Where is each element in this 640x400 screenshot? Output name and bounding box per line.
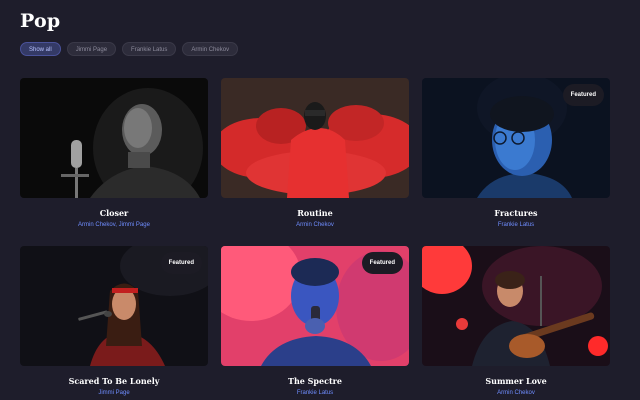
featured-badge: Featured [361, 252, 403, 274]
track-title: Fractures [494, 208, 538, 218]
filter-bar: Show all Jimmi Page Frankie Latus Armin … [20, 42, 239, 56]
track-card-fractures[interactable]: Featured Fractures Frankie Latus [422, 78, 610, 228]
track-artists[interactable]: Frankie Latus [422, 222, 610, 228]
track-card-routine[interactable]: Routine Armin Chekov [221, 78, 409, 228]
page-title: Pop [20, 10, 61, 32]
featured-badge: Featured [562, 84, 604, 106]
track-artists[interactable]: Armin Chekov [422, 390, 610, 396]
filter-chip-armin-chekov[interactable]: Armin Chekov [182, 42, 239, 56]
female-singer-stage-photo[interactable]: Featured [20, 246, 208, 366]
track-artists[interactable]: Armin Chekov [221, 222, 409, 228]
guitarist-concert-photo[interactable] [422, 246, 610, 366]
neon-painted-singer-photo[interactable]: Featured [221, 246, 409, 366]
track-title: Routine [297, 208, 333, 218]
track-title: Summer Love [485, 376, 547, 386]
filter-chip-jimmi-page[interactable]: Jimmi Page [66, 42, 117, 56]
track-title: The Spectre [288, 376, 342, 386]
red-smoke-performer-photo[interactable] [221, 78, 409, 198]
track-card-closer[interactable]: Closer Armin Chekov, Jimmi Page [20, 78, 208, 228]
track-card-scared-to-be-lonely[interactable]: Featured Scared To Be Lonely Jimmi Page [20, 246, 208, 396]
featured-badge: Featured [160, 252, 202, 274]
track-artists[interactable]: Armin Chekov, Jimmi Page [20, 222, 208, 228]
track-card-the-spectre[interactable]: Featured The Spectre Frankie Latus [221, 246, 409, 396]
filter-chip-frankie-latus[interactable]: Frankie Latus [122, 42, 177, 56]
singer-microphone-bw-photo[interactable] [20, 78, 208, 198]
track-title: Closer [99, 208, 129, 218]
track-card-summer-love[interactable]: Summer Love Armin Chekov [422, 246, 610, 396]
track-title: Scared To Be Lonely [68, 376, 160, 386]
filter-chip-show-all[interactable]: Show all [20, 42, 61, 56]
track-artists[interactable]: Jimmi Page [20, 390, 208, 396]
track-artists[interactable]: Frankie Latus [221, 390, 409, 396]
blue-lit-portrait-photo[interactable]: Featured [422, 78, 610, 198]
